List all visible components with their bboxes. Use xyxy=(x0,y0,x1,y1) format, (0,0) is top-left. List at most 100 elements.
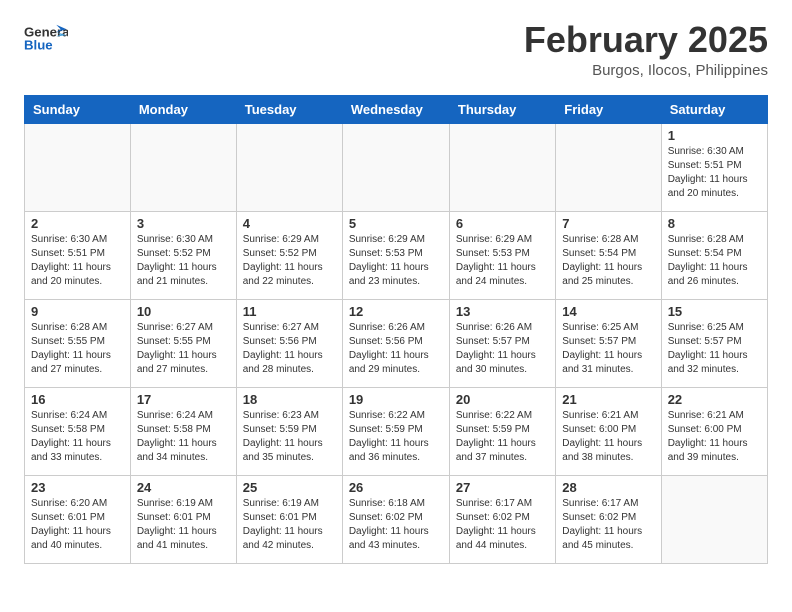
day-number: 1 xyxy=(668,128,761,143)
calendar-body: 1 Sunrise: 6:30 AM Sunset: 5:51 PM Daylig… xyxy=(25,123,768,563)
calendar-week-3: 9 Sunrise: 6:28 AM Sunset: 5:55 PM Daylig… xyxy=(25,299,768,387)
calendar-cell: 24 Sunrise: 6:19 AM Sunset: 6:01 PM Dayli… xyxy=(130,475,236,563)
day-info: Sunrise: 6:29 AM Sunset: 5:53 PM Dayligh… xyxy=(456,233,549,289)
calendar-cell: 18 Sunrise: 6:23 AM Sunset: 5:59 PM Dayli… xyxy=(236,387,342,475)
calendar-cell: 26 Sunrise: 6:18 AM Sunset: 6:02 PM Dayli… xyxy=(342,475,449,563)
day-info: Sunrise: 6:30 AM Sunset: 5:51 PM Dayligh… xyxy=(31,233,124,289)
calendar-cell: 1 Sunrise: 6:30 AM Sunset: 5:51 PM Daylig… xyxy=(661,123,767,211)
day-info: Sunrise: 6:24 AM Sunset: 5:58 PM Dayligh… xyxy=(137,409,230,465)
calendar-week-2: 2Sunrise: 6:30 AM Sunset: 5:51 PM Daylig… xyxy=(25,211,768,299)
calendar-cell: 9 Sunrise: 6:28 AM Sunset: 5:55 PM Daylig… xyxy=(25,299,131,387)
day-info: Sunrise: 6:28 AM Sunset: 5:55 PM Dayligh… xyxy=(31,321,124,377)
day-number: 5 xyxy=(349,216,443,231)
day-number: 22 xyxy=(668,392,761,407)
day-info: Sunrise: 6:20 AM Sunset: 6:01 PM Dayligh… xyxy=(31,497,124,553)
day-number: 13 xyxy=(456,304,549,319)
calendar-week-4: 16 Sunrise: 6:24 AM Sunset: 5:58 PM Dayli… xyxy=(25,387,768,475)
day-number: 26 xyxy=(349,480,443,495)
calendar-cell: 4 Sunrise: 6:29 AM Sunset: 5:52 PM Daylig… xyxy=(236,211,342,299)
day-info: Sunrise: 6:21 AM Sunset: 6:00 PM Dayligh… xyxy=(668,409,761,465)
day-info: Sunrise: 6:23 AM Sunset: 5:59 PM Dayligh… xyxy=(243,409,336,465)
weekday-saturday: Saturday xyxy=(661,95,767,123)
calendar-cell: 16 Sunrise: 6:24 AM Sunset: 5:58 PM Dayli… xyxy=(25,387,131,475)
weekday-thursday: Thursday xyxy=(449,95,555,123)
day-number: 7 xyxy=(562,216,654,231)
day-number: 10 xyxy=(137,304,230,319)
day-info: Sunrise: 6:17 AM Sunset: 6:02 PM Dayligh… xyxy=(456,497,549,553)
calendar-cell xyxy=(342,123,449,211)
weekday-tuesday: Tuesday xyxy=(236,95,342,123)
calendar-cell: 10 Sunrise: 6:27 AM Sunset: 5:55 PM Dayli… xyxy=(130,299,236,387)
calendar-cell: 20 Sunrise: 6:22 AM Sunset: 5:59 PM Dayli… xyxy=(449,387,555,475)
calendar-cell: 11 Sunrise: 6:27 AM Sunset: 5:56 PM Dayli… xyxy=(236,299,342,387)
day-number: 24 xyxy=(137,480,230,495)
calendar-cell: 27Sunrise: 6:17 AM Sunset: 6:02 PM Dayli… xyxy=(449,475,555,563)
page-header: General Blue February 2025 Burgos, Iloco… xyxy=(24,20,768,79)
calendar-header-row: SundayMondayTuesdayWednesdayThursdayFrid… xyxy=(25,95,768,123)
calendar-cell: 28 Sunrise: 6:17 AM Sunset: 6:02 PM Dayli… xyxy=(556,475,661,563)
location: Burgos, Ilocos, Philippines xyxy=(524,62,768,79)
day-info: Sunrise: 6:28 AM Sunset: 5:54 PM Dayligh… xyxy=(668,233,761,289)
day-info: Sunrise: 6:19 AM Sunset: 6:01 PM Dayligh… xyxy=(137,497,230,553)
day-info: Sunrise: 6:27 AM Sunset: 5:55 PM Dayligh… xyxy=(137,321,230,377)
calendar-cell xyxy=(556,123,661,211)
calendar-cell: 14 Sunrise: 6:25 AM Sunset: 5:57 PM Dayli… xyxy=(556,299,661,387)
calendar-week-1: 1 Sunrise: 6:30 AM Sunset: 5:51 PM Daylig… xyxy=(25,123,768,211)
svg-text:Blue: Blue xyxy=(24,38,53,53)
day-number: 3 xyxy=(137,216,230,231)
day-number: 19 xyxy=(349,392,443,407)
day-info: Sunrise: 6:25 AM Sunset: 5:57 PM Dayligh… xyxy=(668,321,761,377)
calendar-cell: 21 Sunrise: 6:21 AM Sunset: 6:00 PM Dayli… xyxy=(556,387,661,475)
calendar-cell xyxy=(449,123,555,211)
calendar-cell: 15 Sunrise: 6:25 AM Sunset: 5:57 PM Dayli… xyxy=(661,299,767,387)
day-number: 12 xyxy=(349,304,443,319)
day-number: 4 xyxy=(243,216,336,231)
calendar-cell: 5Sunrise: 6:29 AM Sunset: 5:53 PM Daylig… xyxy=(342,211,449,299)
day-info: Sunrise: 6:29 AM Sunset: 5:52 PM Dayligh… xyxy=(243,233,336,289)
day-info: Sunrise: 6:30 AM Sunset: 5:52 PM Dayligh… xyxy=(137,233,230,289)
calendar-cell: 3 Sunrise: 6:30 AM Sunset: 5:52 PM Daylig… xyxy=(130,211,236,299)
day-info: Sunrise: 6:22 AM Sunset: 5:59 PM Dayligh… xyxy=(349,409,443,465)
day-info: Sunrise: 6:17 AM Sunset: 6:02 PM Dayligh… xyxy=(562,497,654,553)
calendar-cell: 2Sunrise: 6:30 AM Sunset: 5:51 PM Daylig… xyxy=(25,211,131,299)
day-number: 14 xyxy=(562,304,654,319)
day-number: 16 xyxy=(31,392,124,407)
day-number: 20 xyxy=(456,392,549,407)
day-number: 18 xyxy=(243,392,336,407)
day-number: 21 xyxy=(562,392,654,407)
calendar-cell: 12 Sunrise: 6:26 AM Sunset: 5:56 PM Dayli… xyxy=(342,299,449,387)
calendar-cell xyxy=(236,123,342,211)
weekday-wednesday: Wednesday xyxy=(342,95,449,123)
calendar-cell: 6 Sunrise: 6:29 AM Sunset: 5:53 PM Daylig… xyxy=(449,211,555,299)
calendar-cell xyxy=(25,123,131,211)
calendar-week-5: 23Sunrise: 6:20 AM Sunset: 6:01 PM Dayli… xyxy=(25,475,768,563)
day-info: Sunrise: 6:24 AM Sunset: 5:58 PM Dayligh… xyxy=(31,409,124,465)
day-info: Sunrise: 6:26 AM Sunset: 5:57 PM Dayligh… xyxy=(456,321,549,377)
day-info: Sunrise: 6:28 AM Sunset: 5:54 PM Dayligh… xyxy=(562,233,654,289)
day-number: 28 xyxy=(562,480,654,495)
day-number: 6 xyxy=(456,216,549,231)
day-number: 15 xyxy=(668,304,761,319)
title-block: February 2025 Burgos, Ilocos, Philippine… xyxy=(524,20,768,79)
logo: General Blue xyxy=(24,20,68,56)
calendar-cell: 19 Sunrise: 6:22 AM Sunset: 5:59 PM Dayli… xyxy=(342,387,449,475)
day-info: Sunrise: 6:22 AM Sunset: 5:59 PM Dayligh… xyxy=(456,409,549,465)
weekday-monday: Monday xyxy=(130,95,236,123)
calendar-cell xyxy=(130,123,236,211)
day-number: 11 xyxy=(243,304,336,319)
day-info: Sunrise: 6:26 AM Sunset: 5:56 PM Dayligh… xyxy=(349,321,443,377)
day-info: Sunrise: 6:18 AM Sunset: 6:02 PM Dayligh… xyxy=(349,497,443,553)
day-number: 9 xyxy=(31,304,124,319)
day-info: Sunrise: 6:25 AM Sunset: 5:57 PM Dayligh… xyxy=(562,321,654,377)
day-number: 8 xyxy=(668,216,761,231)
day-number: 25 xyxy=(243,480,336,495)
day-number: 17 xyxy=(137,392,230,407)
day-info: Sunrise: 6:21 AM Sunset: 6:00 PM Dayligh… xyxy=(562,409,654,465)
month-year: February 2025 xyxy=(524,20,768,60)
calendar-table: SundayMondayTuesdayWednesdayThursdayFrid… xyxy=(24,95,768,564)
calendar-cell: 22 Sunrise: 6:21 AM Sunset: 6:00 PM Dayli… xyxy=(661,387,767,475)
day-info: Sunrise: 6:27 AM Sunset: 5:56 PM Dayligh… xyxy=(243,321,336,377)
weekday-friday: Friday xyxy=(556,95,661,123)
day-info: Sunrise: 6:19 AM Sunset: 6:01 PM Dayligh… xyxy=(243,497,336,553)
day-info: Sunrise: 6:30 AM Sunset: 5:51 PM Dayligh… xyxy=(668,145,761,201)
